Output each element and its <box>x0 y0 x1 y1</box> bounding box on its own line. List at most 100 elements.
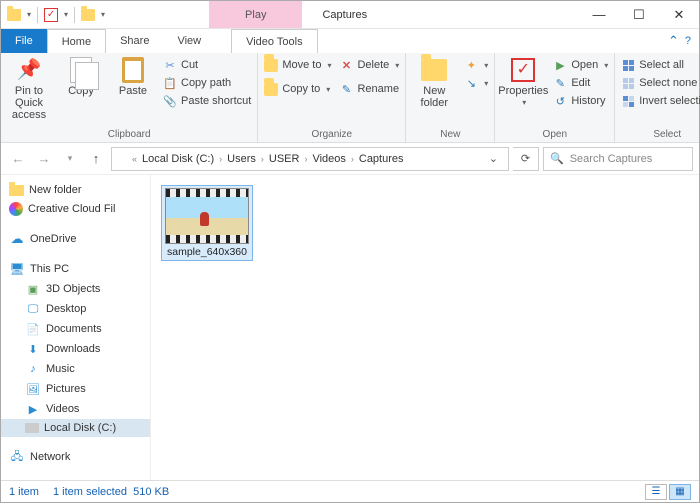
folder-icon[interactable] <box>7 9 21 21</box>
tree-item-3d-objects[interactable]: ▣3D Objects <box>1 279 150 299</box>
tab-video-tools[interactable]: Video Tools <box>231 29 317 53</box>
group-select: Select all Select none Invert selection … <box>615 53 700 142</box>
tree-item-local-disk[interactable]: Local Disk (C:) <box>1 419 150 437</box>
rename-icon: ✎ <box>339 82 353 96</box>
title-bar: ▾ ✓ ▾ ▾ Play Captures ― ☐ ✕ <box>1 1 699 29</box>
move-icon <box>264 58 278 72</box>
paste-button[interactable]: Paste <box>109 57 157 97</box>
rename-button[interactable]: ✎Rename <box>337 81 401 97</box>
tab-view[interactable]: View <box>163 29 215 53</box>
tree-item-documents[interactable]: 📄Documents <box>1 319 150 339</box>
address-dropdown[interactable]: ⌄ <box>483 152 504 165</box>
breadcrumb[interactable]: Local Disk (C:) <box>139 153 217 165</box>
properties-qat-icon[interactable]: ✓ <box>44 8 58 22</box>
minimize-button[interactable]: ― <box>579 1 619 28</box>
maximize-button[interactable]: ☐ <box>619 1 659 28</box>
breadcrumb[interactable]: Users <box>224 153 259 165</box>
breadcrumb[interactable]: Videos <box>309 153 348 165</box>
chevron-down-icon[interactable]: ▾ <box>27 10 31 19</box>
forward-button[interactable]: → <box>33 148 55 170</box>
tree-item-pictures[interactable]: 🖼Pictures <box>1 379 150 399</box>
documents-icon: 📄 <box>25 322 41 336</box>
copy-button[interactable]: Copy <box>57 57 105 97</box>
close-button[interactable]: ✕ <box>659 1 699 28</box>
folder-icon <box>116 153 130 164</box>
tab-home[interactable]: Home <box>47 29 106 53</box>
search-input[interactable]: 🔍 Search Captures <box>543 147 693 171</box>
address-bar[interactable]: « Local Disk (C:)› Users› USER› Videos› … <box>111 147 509 171</box>
delete-icon: ✕ <box>339 58 353 72</box>
pin-quick-access-button[interactable]: 📌 Pin to Quick access <box>5 57 53 121</box>
group-label: Organize <box>262 127 401 142</box>
easy-access-button[interactable]: ↘▾ <box>462 75 490 91</box>
back-button[interactable]: ← <box>7 148 29 170</box>
cut-button[interactable]: ✂Cut <box>161 57 253 73</box>
music-icon: ♪ <box>25 362 41 376</box>
details-view-button[interactable]: ☰ <box>645 484 667 500</box>
edit-button[interactable]: ✎Edit <box>551 75 610 91</box>
tree-item-network[interactable]: 🖧Network <box>1 447 150 467</box>
shortcut-icon: 📎 <box>163 94 177 108</box>
tree-item-downloads[interactable]: ⬇Downloads <box>1 339 150 359</box>
paste-shortcut-button[interactable]: 📎Paste shortcut <box>161 93 253 109</box>
collapse-ribbon-icon[interactable]: ⌃ <box>668 33 679 49</box>
open-button[interactable]: ▶Open▾ <box>551 57 610 73</box>
tree-item-new-folder[interactable]: New folder <box>1 181 150 199</box>
tree-item-onedrive[interactable]: ☁OneDrive <box>1 229 150 249</box>
select-all-button[interactable]: Select all <box>619 57 700 73</box>
tree-item-music[interactable]: ♪Music <box>1 359 150 379</box>
group-clipboard: 📌 Pin to Quick access Copy Paste ✂Cut 📋C… <box>1 53 258 142</box>
folder-icon <box>9 185 24 196</box>
tree-item-this-pc[interactable]: 🖥This PC <box>1 259 150 279</box>
video-thumbnail <box>165 188 249 244</box>
status-item-count: 1 item <box>9 486 39 498</box>
navigation-tree[interactable]: New folder Creative Cloud Fil ☁OneDrive … <box>1 175 151 480</box>
breadcrumb[interactable]: USER <box>266 153 303 165</box>
file-item[interactable]: sample_640x360 <box>161 185 253 261</box>
new-folder-qat-icon[interactable] <box>81 9 95 21</box>
3d-icon: ▣ <box>25 282 41 296</box>
file-list[interactable]: sample_640x360 <box>151 175 699 480</box>
copy-to-button[interactable]: Copy to▾ <box>262 81 333 97</box>
chevron-down-icon[interactable]: ▾ <box>101 10 105 19</box>
refresh-button[interactable]: ⟳ <box>513 147 539 171</box>
easy-access-icon: ↘ <box>464 76 478 90</box>
tree-item-creative-cloud[interactable]: Creative Cloud Fil <box>1 199 150 219</box>
history-icon: ↺ <box>553 94 567 108</box>
group-label: New <box>410 127 490 142</box>
invert-selection-button[interactable]: Invert selection <box>619 93 700 109</box>
new-item-button[interactable]: ✦▾ <box>462 57 490 73</box>
group-new: New folder ✦▾ ↘▾ New <box>406 53 495 142</box>
chevron-down-icon[interactable]: ▾ <box>64 10 68 19</box>
chevron-icon[interactable]: « <box>132 154 137 164</box>
tab-share[interactable]: Share <box>106 29 163 53</box>
group-label: Open <box>499 127 610 142</box>
tree-item-desktop[interactable]: 🖵Desktop <box>1 299 150 319</box>
tab-file[interactable]: File <box>1 29 47 53</box>
delete-button[interactable]: ✕Delete▾ <box>337 57 401 73</box>
move-to-button[interactable]: Move to▾ <box>262 57 333 73</box>
copy-path-button[interactable]: 📋Copy path <box>161 75 253 91</box>
downloads-icon: ⬇ <box>25 342 41 356</box>
recent-button[interactable]: ▾ <box>59 148 81 170</box>
properties-button[interactable]: ✓ Properties▾ <box>499 57 547 108</box>
breadcrumb[interactable]: Captures <box>356 153 407 165</box>
help-icon[interactable]: ? <box>685 35 691 47</box>
ribbon: 📌 Pin to Quick access Copy Paste ✂Cut 📋C… <box>1 53 699 143</box>
tree-item-videos[interactable]: ▶Videos <box>1 399 150 419</box>
select-all-icon <box>621 58 635 72</box>
invert-icon <box>621 94 635 108</box>
new-item-icon: ✦ <box>464 58 478 72</box>
new-folder-button[interactable]: New folder <box>410 57 458 109</box>
scissors-icon: ✂ <box>163 58 177 72</box>
up-button[interactable]: ↑ <box>85 148 107 170</box>
history-button[interactable]: ↺History <box>551 93 610 109</box>
paste-icon <box>122 57 144 83</box>
select-none-button[interactable]: Select none <box>619 75 700 91</box>
pc-icon: 🖥 <box>9 262 25 276</box>
group-label: Select <box>619 127 700 142</box>
ribbon-tabs: File Home Share View Video Tools ⌃ ? <box>1 29 699 53</box>
group-open: ✓ Properties▾ ▶Open▾ ✎Edit ↺History Open <box>495 53 615 142</box>
nav-bar: ← → ▾ ↑ « Local Disk (C:)› Users› USER› … <box>1 143 699 175</box>
icons-view-button[interactable]: ▦ <box>669 484 691 500</box>
